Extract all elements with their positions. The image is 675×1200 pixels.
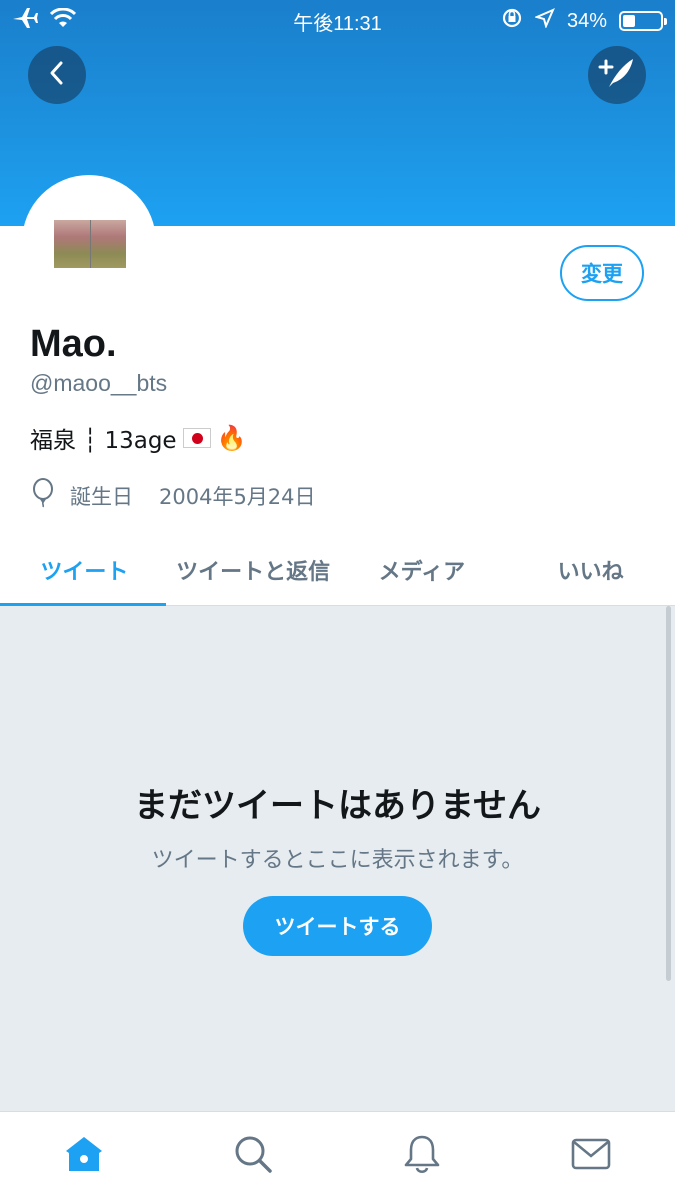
back-button[interactable] xyxy=(28,46,86,104)
birthday-label: 誕生日 xyxy=(70,484,133,509)
messages-icon xyxy=(570,1137,612,1175)
bio-text: 福泉 ┆ 13age xyxy=(30,428,177,454)
profile-handle: @maoo__bts xyxy=(30,370,168,396)
search-icon xyxy=(233,1134,273,1178)
empty-state-title: まだツイートはありません xyxy=(134,786,541,826)
avatar[interactable] xyxy=(22,175,156,309)
japan-flag-emoji xyxy=(182,428,211,448)
tweet-button[interactable]: ツイートする xyxy=(243,896,432,956)
status-bar: 午後11:31 34% xyxy=(0,0,675,38)
tab-tweets[interactable]: ツイート xyxy=(0,534,169,606)
home-icon xyxy=(63,1134,105,1178)
nav-home[interactable] xyxy=(0,1112,169,1200)
location-icon xyxy=(534,8,555,34)
orientation-lock-icon xyxy=(501,7,523,35)
chevron-left-icon xyxy=(46,60,68,90)
edit-profile-button[interactable]: 変更 xyxy=(560,245,644,301)
bottom-nav xyxy=(0,1111,675,1200)
profile-bio: 福泉 ┆ 13age 🔥 xyxy=(30,421,246,455)
tab-media[interactable]: メディア xyxy=(338,534,507,605)
scrollbar[interactable] xyxy=(666,606,671,981)
profile-birthday: 誕生日 2004年5月24日 xyxy=(30,478,316,513)
nav-messages[interactable] xyxy=(506,1112,675,1200)
empty-state-subtitle: ツイートするとここに表示されます。 xyxy=(151,848,524,873)
battery-icon xyxy=(619,11,667,31)
tab-tweets-and-replies[interactable]: ツイートと返信 xyxy=(169,534,338,605)
fire-emoji: 🔥 xyxy=(216,424,247,452)
nav-search[interactable] xyxy=(169,1112,338,1200)
empty-timeline: まだツイートはありません ツイートするとここに表示されます。 ツイートする xyxy=(0,606,675,1111)
notifications-icon xyxy=(402,1133,442,1179)
avatar-image xyxy=(54,220,126,268)
balloon-icon xyxy=(30,478,56,513)
compose-tweet-button[interactable] xyxy=(588,46,646,104)
profile-name: Mao. xyxy=(30,323,117,365)
battery-fill xyxy=(623,15,636,27)
nav-notifications[interactable] xyxy=(338,1112,507,1200)
battery-percent: 34% xyxy=(566,9,607,32)
compose-tweet-icon xyxy=(597,55,637,95)
profile-tabs: ツイート ツイートと返信 メディア いいね xyxy=(0,534,675,606)
birthday-value: 2004年5月24日 xyxy=(159,484,316,509)
tab-likes[interactable]: いいね xyxy=(506,534,675,605)
